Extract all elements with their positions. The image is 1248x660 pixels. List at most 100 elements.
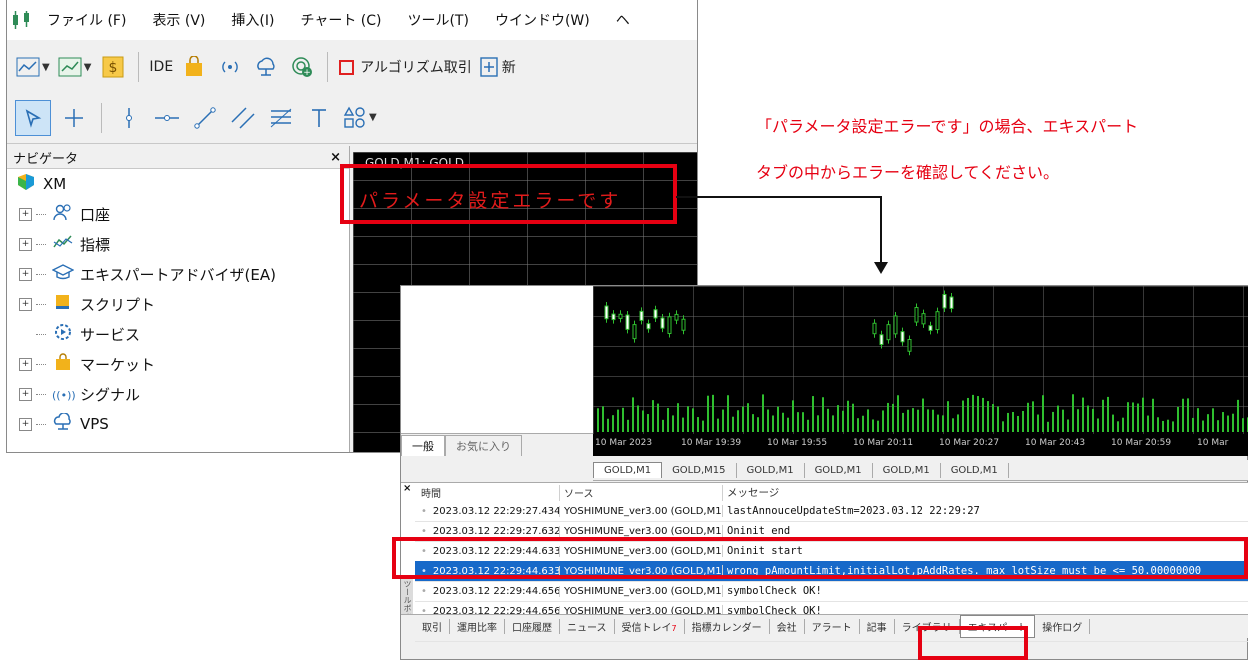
vps-icon bbox=[52, 412, 74, 435]
vertical-line-button[interactable] bbox=[114, 103, 144, 133]
navigator-item[interactable]: + エキスパートアドバイザ(EA) bbox=[7, 259, 349, 289]
signals-button[interactable] bbox=[215, 52, 245, 82]
volume-bar bbox=[1217, 420, 1219, 432]
log-time-text: 2023.03.12 22:29:27.632 bbox=[432, 525, 559, 537]
menu-help[interactable]: ヘ bbox=[606, 10, 646, 30]
chart-tab[interactable]: GOLD,M1 bbox=[941, 462, 1009, 478]
volume-bar bbox=[692, 408, 694, 432]
expand-plus-icon[interactable]: + bbox=[19, 417, 32, 431]
tree-connector bbox=[36, 303, 46, 305]
channel-button[interactable] bbox=[228, 103, 258, 133]
template-button[interactable]: ▼ bbox=[57, 52, 93, 82]
menu-tools[interactable]: ツール(T) bbox=[397, 10, 484, 30]
expand-plus-icon[interactable]: + bbox=[19, 267, 32, 281]
volume-bar bbox=[712, 394, 714, 432]
navigator-close-icon[interactable]: × bbox=[330, 150, 341, 165]
volume-bar bbox=[772, 415, 774, 432]
toolbox-tab[interactable]: 取引 bbox=[415, 619, 450, 634]
market-button[interactable] bbox=[179, 52, 209, 82]
price-chart[interactable] bbox=[593, 286, 1248, 434]
toolbox-tab[interactable]: 口座履歴 bbox=[505, 619, 560, 634]
fibonacci-button[interactable] bbox=[266, 103, 296, 133]
vps-button[interactable] bbox=[251, 52, 281, 82]
navigator-item[interactable]: + 指標 bbox=[7, 229, 349, 259]
candle-body bbox=[872, 322, 877, 335]
dollar-button[interactable]: $ bbox=[98, 52, 128, 82]
expand-plus-icon[interactable]: + bbox=[19, 207, 32, 221]
volume-bar bbox=[777, 406, 779, 432]
navigator-root-xm[interactable]: XM bbox=[7, 169, 349, 199]
expand-plus-icon[interactable]: + bbox=[19, 237, 32, 251]
navigator-item[interactable]: + スクリプト bbox=[7, 289, 349, 319]
navigator-item[interactable]: + 口座 bbox=[7, 199, 349, 229]
menu-chart[interactable]: チャート (C) bbox=[290, 10, 397, 30]
log-row[interactable]: • 2023.03.12 22:29:44.656YOSHIMUNE_ver3.0… bbox=[415, 581, 1248, 602]
toolbox-tab[interactable]: アラート bbox=[805, 619, 860, 634]
app-icon[interactable] bbox=[7, 8, 37, 32]
candle-body bbox=[914, 307, 919, 323]
community-button[interactable]: + bbox=[287, 52, 317, 82]
expand-plus-icon[interactable]: + bbox=[19, 297, 32, 311]
column-message[interactable]: メッセージ bbox=[722, 485, 1248, 501]
cursor-button[interactable] bbox=[15, 99, 51, 136]
menu-file[interactable]: ファイル (F) bbox=[37, 10, 142, 30]
toolbox-tab[interactable]: ニュース bbox=[560, 619, 615, 634]
chart-tab[interactable]: GOLD,M1 bbox=[737, 462, 805, 478]
chart-tab[interactable]: GOLD,M1 bbox=[873, 462, 941, 478]
volume-bar bbox=[702, 420, 704, 432]
tab-general[interactable]: 一般 bbox=[401, 435, 445, 456]
algo-trading-button[interactable]: アルゴリズム取引 bbox=[338, 52, 473, 82]
volume-bar bbox=[1197, 408, 1199, 432]
chart-type-button[interactable]: ▼ bbox=[15, 52, 51, 82]
toolbox-tab[interactable]: 会社 bbox=[770, 619, 805, 634]
column-time[interactable]: 時間 bbox=[415, 485, 559, 501]
log-header-row: 時間 ソース メッセージ bbox=[415, 485, 1248, 501]
tree-connector bbox=[36, 423, 46, 425]
new-order-button[interactable]: 新 bbox=[479, 52, 517, 82]
navigator-item[interactable]: + ((•)) シグナル bbox=[7, 379, 349, 409]
close-icon[interactable]: × bbox=[403, 483, 411, 494]
volume-bar bbox=[977, 396, 979, 432]
chart-tab[interactable]: GOLD,M15 bbox=[662, 462, 737, 478]
expand-plus-icon[interactable]: + bbox=[19, 357, 32, 371]
menu-window[interactable]: ウインドウ(W) bbox=[485, 10, 606, 30]
navigator-item[interactable]: + VPS bbox=[7, 409, 349, 439]
toolbox-tab[interactable]: 運用比率 bbox=[450, 619, 505, 634]
navigator-item[interactable]: + マーケット bbox=[7, 349, 349, 379]
volume-bar bbox=[1142, 397, 1144, 432]
menu-view[interactable]: 表示 (V) bbox=[142, 10, 221, 30]
log-row[interactable]: • 2023.03.12 22:29:27.434 YOSHIMUNE_ver3.0… bbox=[415, 501, 1248, 522]
volume-bar bbox=[1027, 402, 1029, 432]
volume-bar bbox=[792, 400, 794, 432]
toolbox-tab[interactable]: 操作ログ bbox=[1035, 619, 1091, 634]
navigator-item-label: VPS bbox=[80, 415, 109, 433]
chart-tab[interactable]: GOLD,M1 bbox=[805, 462, 873, 478]
expand-plus-icon[interactable]: + bbox=[19, 387, 32, 401]
volume-bar bbox=[1127, 402, 1129, 432]
cloud-icon bbox=[257, 57, 275, 76]
horizontal-line-button[interactable] bbox=[152, 103, 182, 133]
log-message: symbolCheck OK! bbox=[722, 585, 1248, 597]
toolbox-tab[interactable]: 受信トレイ7 bbox=[615, 619, 685, 634]
chart-template-icon bbox=[58, 57, 82, 77]
navigator-item[interactable]: サービス bbox=[7, 319, 349, 349]
trendline-button[interactable] bbox=[190, 103, 220, 133]
menu-insert[interactable]: 挿入(I) bbox=[221, 10, 290, 30]
shopping-bag-icon bbox=[186, 56, 203, 76]
x-tick-label: 10 Mar 19:39 bbox=[681, 438, 742, 448]
candle-body bbox=[660, 317, 665, 329]
volume-bar bbox=[857, 418, 859, 432]
volume-bar bbox=[1152, 398, 1154, 432]
column-source[interactable]: ソース bbox=[559, 485, 722, 501]
chart-tab[interactable]: GOLD,M1 bbox=[593, 462, 663, 478]
text-button[interactable] bbox=[304, 103, 334, 133]
crosshair-button[interactable] bbox=[59, 103, 89, 133]
log-dot-icon: • bbox=[421, 505, 427, 517]
volume-bar bbox=[1117, 421, 1119, 432]
volume-bar bbox=[1222, 412, 1224, 432]
toolbox-tab[interactable]: 指標カレンダー bbox=[685, 619, 770, 634]
shapes-button[interactable]: ▼ bbox=[342, 103, 378, 133]
ide-button[interactable]: IDE bbox=[149, 59, 173, 75]
toolbox-tab[interactable]: 記事 bbox=[860, 619, 895, 634]
tab-favorites[interactable]: お気に入り bbox=[445, 435, 522, 456]
